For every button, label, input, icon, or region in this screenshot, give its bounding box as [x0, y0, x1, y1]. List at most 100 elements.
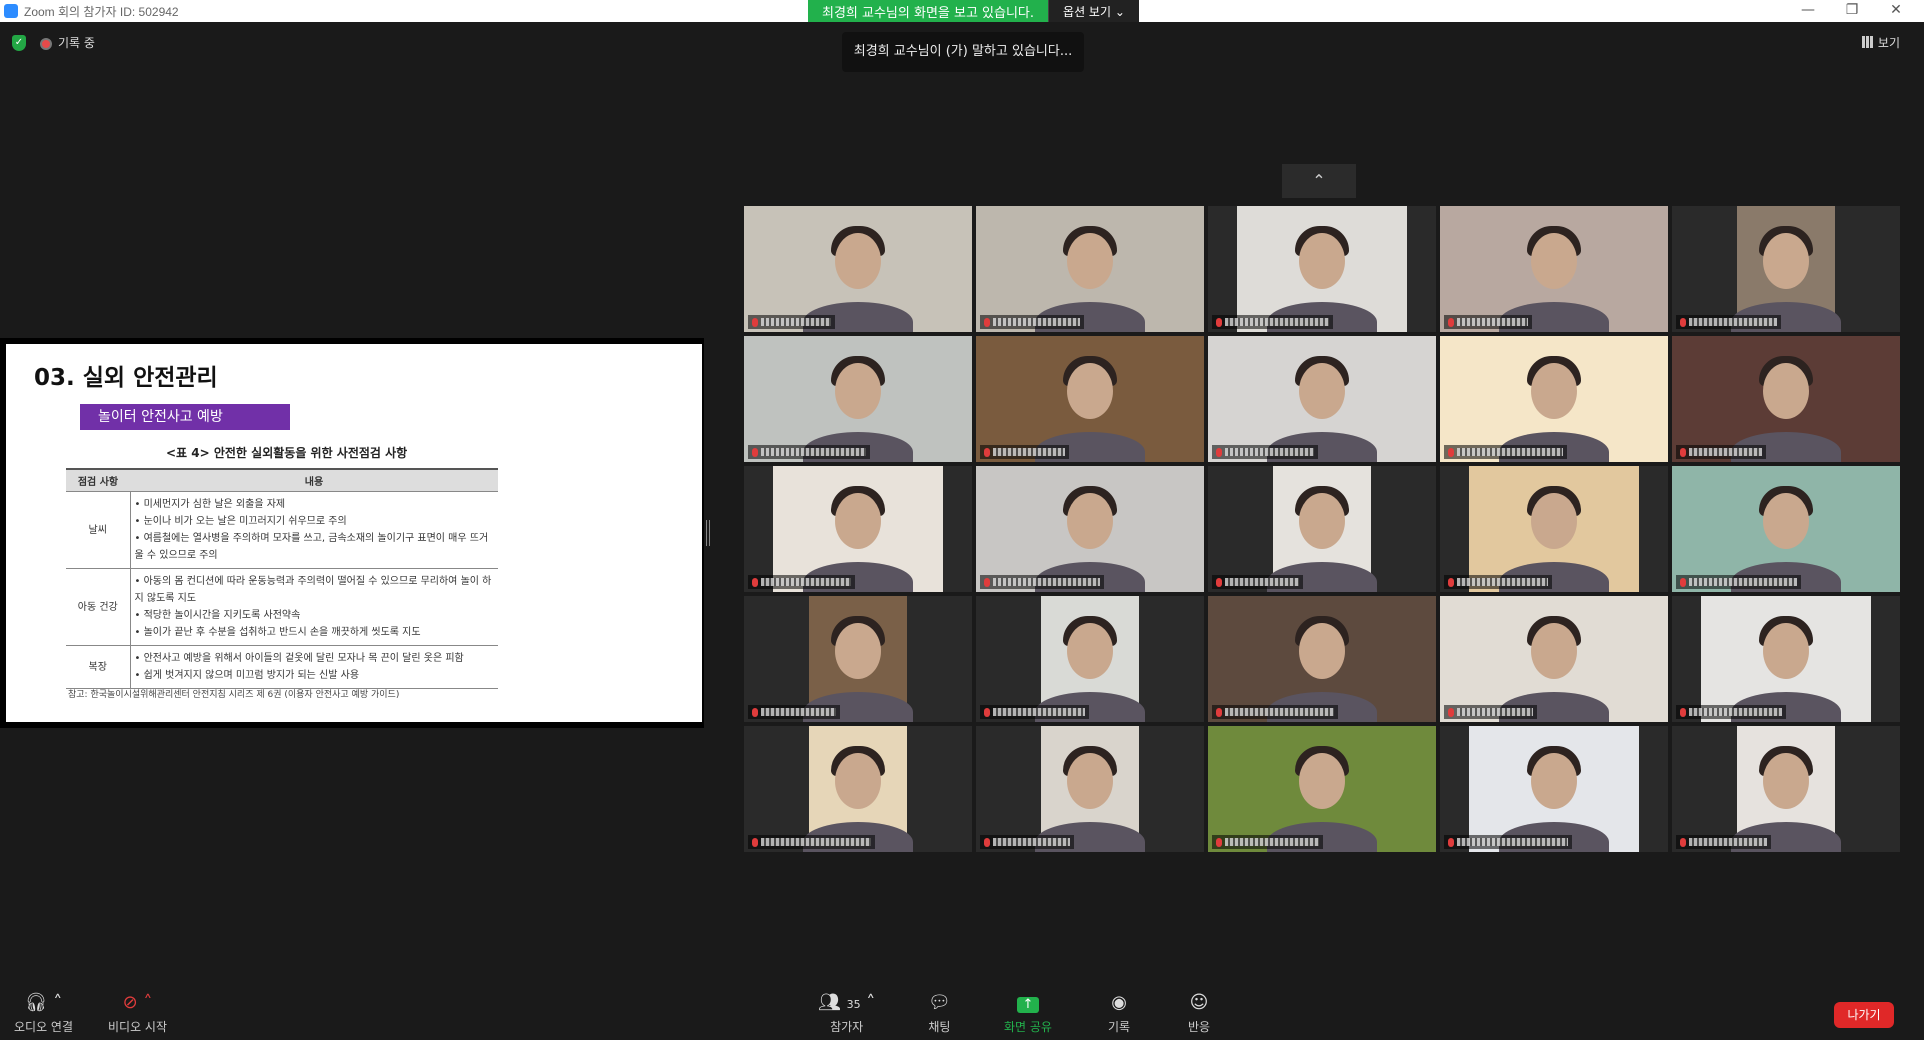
- reactions-button[interactable]: ☺ 반응: [1188, 992, 1210, 1035]
- participants-button[interactable]: 👥︎ 35 ˄ 참가자: [818, 992, 875, 1035]
- participant-video-tile[interactable]: [1208, 596, 1436, 722]
- participant-name-tag: [748, 835, 875, 849]
- share-arrow-icon: ↑: [1004, 992, 1052, 1014]
- participant-video-tile[interactable]: [1672, 336, 1900, 462]
- slide-heading: 03. 실외 안전관리: [34, 365, 218, 391]
- active-speaker-label: 최경희 교수님이 (가) 말하고 있습니다...: [842, 32, 1084, 72]
- participant-name-tag: [1212, 315, 1333, 329]
- participant-name-tag: [980, 835, 1074, 849]
- obscured-name: [761, 448, 866, 456]
- muted-mic-icon: [1216, 837, 1222, 847]
- muted-mic-icon: [1448, 317, 1454, 327]
- participant-name-tag: [748, 575, 855, 589]
- zoom-logo-icon: [4, 4, 18, 18]
- video-feed: [1440, 336, 1668, 462]
- muted-mic-icon: [984, 577, 990, 587]
- video-feed: [976, 466, 1204, 592]
- participant-video-tile[interactable]: [1440, 466, 1668, 592]
- shared-screen: 03. 실외 안전관리 놀이터 안전사고 예방 <표 4> 안전한 실외활동을 …: [0, 338, 704, 728]
- chat-button[interactable]: 💬︎ 채팅: [928, 992, 951, 1035]
- grid-view-icon: [1861, 36, 1874, 48]
- muted-mic-icon: [1216, 447, 1222, 457]
- participant-video-tile[interactable]: [1440, 206, 1668, 332]
- viewing-share-label: 최경희 교수님의 화면을 보고 있습니다.: [808, 0, 1049, 22]
- participant-video-tile[interactable]: [744, 336, 972, 462]
- leave-meeting-button[interactable]: 나가기: [1834, 1002, 1894, 1028]
- view-button[interactable]: 보기: [1861, 34, 1900, 51]
- video-feed: [1208, 336, 1436, 462]
- participant-face: [835, 622, 881, 679]
- video-feed: [744, 206, 972, 332]
- row-category: 날씨: [66, 491, 131, 569]
- participant-video-tile[interactable]: [1208, 336, 1436, 462]
- muted-mic-icon: [1216, 317, 1222, 327]
- video-button[interactable]: ⊘ ˄ 비디오 시작: [108, 992, 167, 1035]
- participant-video-tile[interactable]: [976, 596, 1204, 722]
- participant-video-tile[interactable]: [1208, 726, 1436, 852]
- row-items: • 안전사고 예방을 위해서 아이들의 겉옷에 달린 모자나 목 끈이 달린 옷…: [130, 645, 498, 689]
- meeting-status: ✓ 기록 중: [12, 34, 95, 51]
- participant-video-tile[interactable]: [1440, 596, 1668, 722]
- participant-video-tile[interactable]: [1672, 726, 1900, 852]
- slide-content: 03. 실외 안전관리 놀이터 안전사고 예방 <표 4> 안전한 실외활동을 …: [6, 344, 702, 722]
- row-category: 아동 건강: [66, 568, 131, 646]
- participant-face: [1531, 232, 1577, 289]
- participant-name-tag: [1676, 705, 1786, 719]
- participant-video-tile[interactable]: [1672, 206, 1900, 332]
- participant-video-tile[interactable]: [976, 336, 1204, 462]
- participant-name-tag: [1444, 315, 1532, 329]
- participant-video-tile[interactable]: [1672, 596, 1900, 722]
- obscured-name: [1457, 318, 1528, 326]
- participant-video-tile[interactable]: [1208, 466, 1436, 592]
- muted-mic-icon: [984, 707, 990, 717]
- participant-video-tile[interactable]: [976, 466, 1204, 592]
- gallery-scroll-up-button[interactable]: ⌃: [1282, 164, 1356, 198]
- slide-section-tag: 놀이터 안전사고 예방: [80, 404, 290, 430]
- minimize-button[interactable]: —: [1788, 0, 1828, 22]
- recording-indicator[interactable]: 기록 중: [40, 34, 95, 51]
- participant-video-tile[interactable]: [744, 466, 972, 592]
- audio-button[interactable]: 🎧︎ ˄ 오디오 연결: [14, 992, 73, 1035]
- reactions-label: 반응: [1188, 1020, 1211, 1034]
- view-options-button[interactable]: 옵션 보기 ⌄: [1048, 0, 1139, 22]
- participant-face: [1299, 362, 1345, 419]
- participant-name-tag: [1676, 575, 1801, 589]
- participant-name-tag: [1444, 705, 1537, 719]
- participant-video-tile[interactable]: [744, 596, 972, 722]
- participant-face: [1763, 752, 1809, 809]
- participant-video-tile[interactable]: [1208, 206, 1436, 332]
- participants-icon: 👥︎ 35 ˄: [818, 992, 876, 1013]
- participant-name-tag: [1676, 315, 1781, 329]
- participant-video-tile[interactable]: [744, 206, 972, 332]
- restore-button[interactable]: ❐: [1832, 0, 1872, 22]
- participants-label: 참가자: [830, 1020, 864, 1034]
- obscured-name: [1225, 318, 1329, 326]
- panel-splitter-handle[interactable]: [706, 520, 710, 546]
- participant-video-tile[interactable]: [1440, 726, 1668, 852]
- participant-face: [835, 362, 881, 419]
- video-feed: [1035, 596, 1145, 722]
- video-feed: [1469, 726, 1639, 852]
- meeting-toolbar: 🎧︎ ˄ 오디오 연결 ⊘ ˄ 비디오 시작 👥︎ 35 ˄ 참가자 💬︎ 채팅…: [0, 976, 1924, 1040]
- video-feed: [1731, 726, 1841, 852]
- participant-video-tile[interactable]: [976, 726, 1204, 852]
- participant-video-tile[interactable]: [1672, 466, 1900, 592]
- muted-mic-icon: [1680, 837, 1686, 847]
- security-shield-icon[interactable]: ✓: [12, 34, 26, 51]
- obscured-name: [1689, 448, 1762, 456]
- participant-video-tile[interactable]: [744, 726, 972, 852]
- video-feed: [803, 596, 913, 722]
- muted-mic-icon: [1680, 317, 1686, 327]
- obscured-name: [1689, 838, 1767, 846]
- muted-mic-icon: [984, 317, 990, 327]
- record-button[interactable]: ◉ 기록: [1108, 992, 1130, 1035]
- smiley-icon: ☺: [1189, 992, 1209, 1013]
- share-label: 화면 공유: [1004, 1020, 1052, 1034]
- participant-video-tile[interactable]: [976, 206, 1204, 332]
- share-screen-button[interactable]: ↑ 화면 공유: [1004, 992, 1052, 1035]
- video-label: 비디오 시작: [108, 1020, 168, 1034]
- muted-mic-icon: [984, 447, 990, 457]
- obscured-name: [1689, 578, 1797, 586]
- participant-video-tile[interactable]: [1440, 336, 1668, 462]
- close-button[interactable]: ✕: [1876, 0, 1916, 22]
